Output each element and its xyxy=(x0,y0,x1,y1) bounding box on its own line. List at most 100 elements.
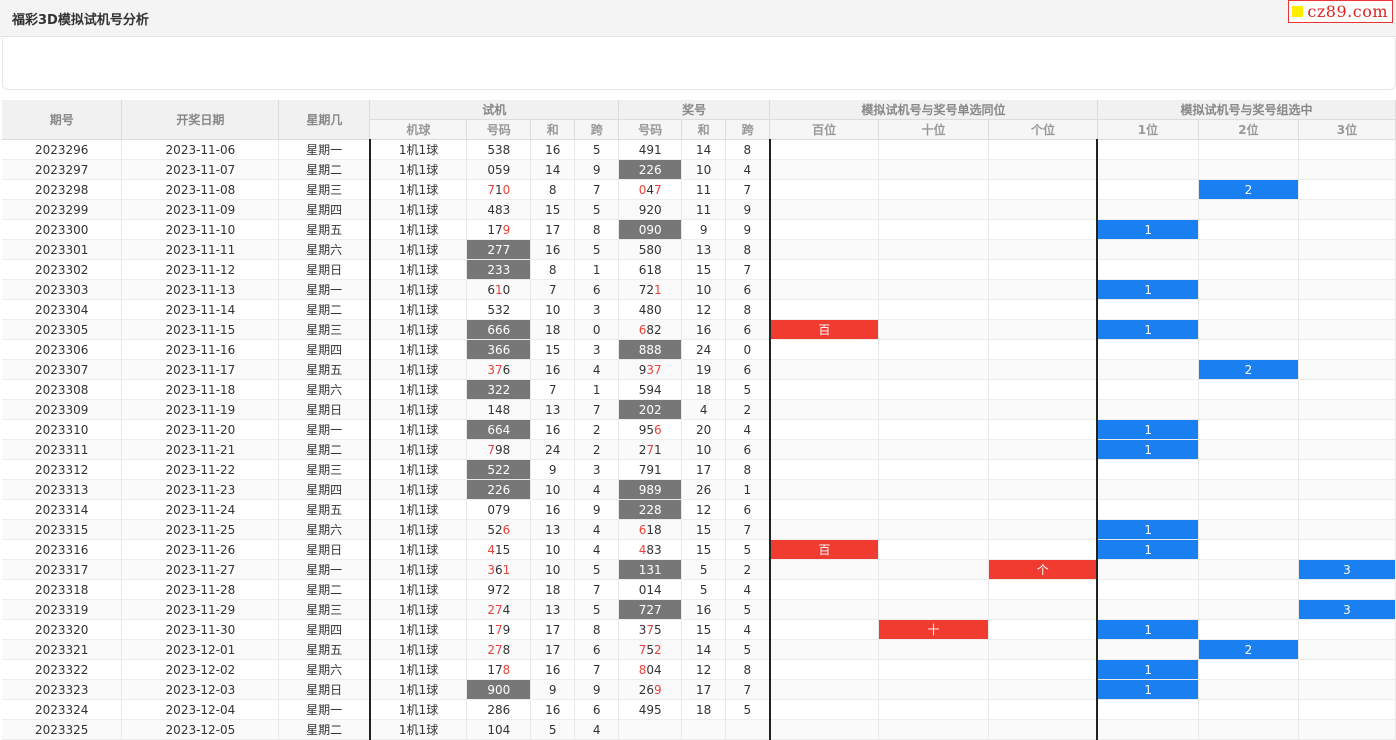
draw-span-cell: 9 xyxy=(725,219,771,240)
issue-cell: 2023298 xyxy=(2,179,123,200)
draw-sum-cell: 15 xyxy=(681,619,727,640)
header-issue[interactable]: 期号 xyxy=(2,100,123,140)
machine-cell: 1机1球 xyxy=(368,699,468,720)
same-units-cell xyxy=(988,479,1099,500)
same-tens-cell xyxy=(878,419,990,440)
trial-number-cell: 277 xyxy=(466,239,532,260)
digit: 8 xyxy=(502,642,511,657)
draw-number-cell: 580 xyxy=(618,239,683,260)
trial-span-cell: 4 xyxy=(574,519,620,540)
weekday-cell: 星期六 xyxy=(278,379,371,400)
trial-sum-cell: 15 xyxy=(530,199,576,220)
digit: 7 xyxy=(487,182,495,197)
logo-text: cz89.com xyxy=(1307,2,1388,21)
trial-number-cell: 366 xyxy=(466,339,532,360)
digit: 1 xyxy=(487,402,495,417)
digit: 2 xyxy=(654,642,662,657)
draw-sum-cell: 14 xyxy=(681,139,727,160)
same-hundreds-cell xyxy=(769,659,880,680)
trial-number-cell: 376 xyxy=(466,359,532,380)
trial-number-cell: 278 xyxy=(466,639,532,660)
weekday-cell: 星期三 xyxy=(278,599,371,620)
draw-span-cell: 5 xyxy=(725,699,771,720)
table-row: 2023311 2023-11-21 星期二 1机1球 798 24 2 271 10 6 1 xyxy=(2,439,1396,460)
same-units-cell xyxy=(988,659,1099,680)
digit: 0 xyxy=(646,662,654,677)
table-row: 2023296 2023-11-06 星期一 1机1球 538 16 5 491 14 8 xyxy=(2,139,1396,160)
same-tens-cell xyxy=(878,399,990,420)
same-units-cell xyxy=(988,599,1099,620)
same-units-cell xyxy=(988,539,1099,560)
group-pos2-cell xyxy=(1198,499,1299,520)
table-header: 期号 开奖日期 星期几 试机 奖号 模拟试机号与奖号单选同位 模拟试机号与奖号组… xyxy=(2,100,1396,140)
trial-number-cell: 178 xyxy=(466,659,532,680)
table-row: 2023310 2023-11-20 星期一 1机1球 664 16 2 956 20 4 1 xyxy=(2,419,1396,440)
issue-cell: 2023319 xyxy=(2,599,123,620)
draw-span-cell: 6 xyxy=(725,359,771,380)
group-pos1-cell xyxy=(1097,339,1199,360)
group-pos3-cell xyxy=(1298,239,1396,260)
group-pos3-cell xyxy=(1298,339,1396,360)
group-pos1-cell: 1 xyxy=(1097,679,1199,700)
site-logo[interactable]: cz89.com xyxy=(1288,0,1393,23)
same-units-cell xyxy=(988,219,1099,240)
draw-number-cell: 752 xyxy=(618,639,683,660)
trial-number-cell: 233 xyxy=(466,259,532,280)
draw-span-cell: 4 xyxy=(725,419,771,440)
same-hundreds-cell xyxy=(769,279,880,300)
group-pos3-cell xyxy=(1298,219,1396,240)
draw-span-cell: 8 xyxy=(725,459,771,480)
draw-number-cell: 480 xyxy=(618,299,683,320)
group-pos2-cell xyxy=(1198,239,1299,260)
digit: 6 xyxy=(502,702,511,717)
digit: 1 xyxy=(487,222,495,237)
machine-cell: 1机1球 xyxy=(368,419,468,440)
draw-span-cell: 5 xyxy=(725,379,771,400)
weekday-cell: 星期二 xyxy=(278,439,371,460)
same-units-cell xyxy=(988,679,1099,700)
trial-sum-cell: 16 xyxy=(530,499,576,520)
draw-span-cell: 1 xyxy=(725,479,771,500)
date-cell: 2023-11-29 xyxy=(121,599,280,620)
weekday-cell: 星期一 xyxy=(278,419,371,440)
machine-cell: 1机1球 xyxy=(368,299,468,320)
digit: 7 xyxy=(494,362,503,377)
group-pos3-cell xyxy=(1298,679,1396,700)
digit: 0 xyxy=(487,502,495,517)
digit: 1 xyxy=(487,622,495,637)
trial-number-cell: 710 xyxy=(466,179,532,200)
draw-sum-cell: 19 xyxy=(681,359,727,380)
same-tens-cell xyxy=(878,639,990,660)
digit: 1 xyxy=(654,462,662,477)
header-draw-span: 跨 xyxy=(725,119,771,140)
draw-number-cell: 483 xyxy=(618,539,683,560)
header-tens: 十位 xyxy=(878,119,990,140)
trial-number-cell: 179 xyxy=(466,619,532,640)
trial-span-cell: 7 xyxy=(574,399,620,420)
same-tens-cell xyxy=(878,699,990,720)
header-pos-2: 2位 xyxy=(1198,119,1299,140)
digit: 7 xyxy=(494,222,503,237)
header-date[interactable]: 开奖日期 xyxy=(121,100,280,140)
trial-number-cell: 664 xyxy=(466,419,532,440)
group-pos2-cell xyxy=(1198,199,1299,220)
date-cell: 2023-11-27 xyxy=(121,559,280,580)
digit: 8 xyxy=(646,242,654,257)
group-pos1-cell xyxy=(1097,259,1199,280)
same-hundreds-cell xyxy=(769,719,880,740)
group-pos3-cell xyxy=(1298,199,1396,220)
group-pos2-cell xyxy=(1198,379,1299,400)
header-weekday[interactable]: 星期几 xyxy=(278,100,371,140)
machine-cell: 1机1球 xyxy=(368,319,468,340)
digit: 1 xyxy=(487,662,495,677)
trial-span-cell: 7 xyxy=(574,579,620,600)
machine-cell: 1机1球 xyxy=(368,359,468,380)
group-pos3-cell xyxy=(1298,579,1396,600)
issue-cell: 2023304 xyxy=(2,299,123,320)
draw-span-cell: 2 xyxy=(725,399,771,420)
date-cell: 2023-11-22 xyxy=(121,459,280,480)
group-pos2-cell xyxy=(1198,559,1299,580)
digit: 6 xyxy=(654,422,662,437)
trial-sum-cell: 13 xyxy=(530,599,576,620)
group-pos1-cell xyxy=(1097,139,1199,160)
